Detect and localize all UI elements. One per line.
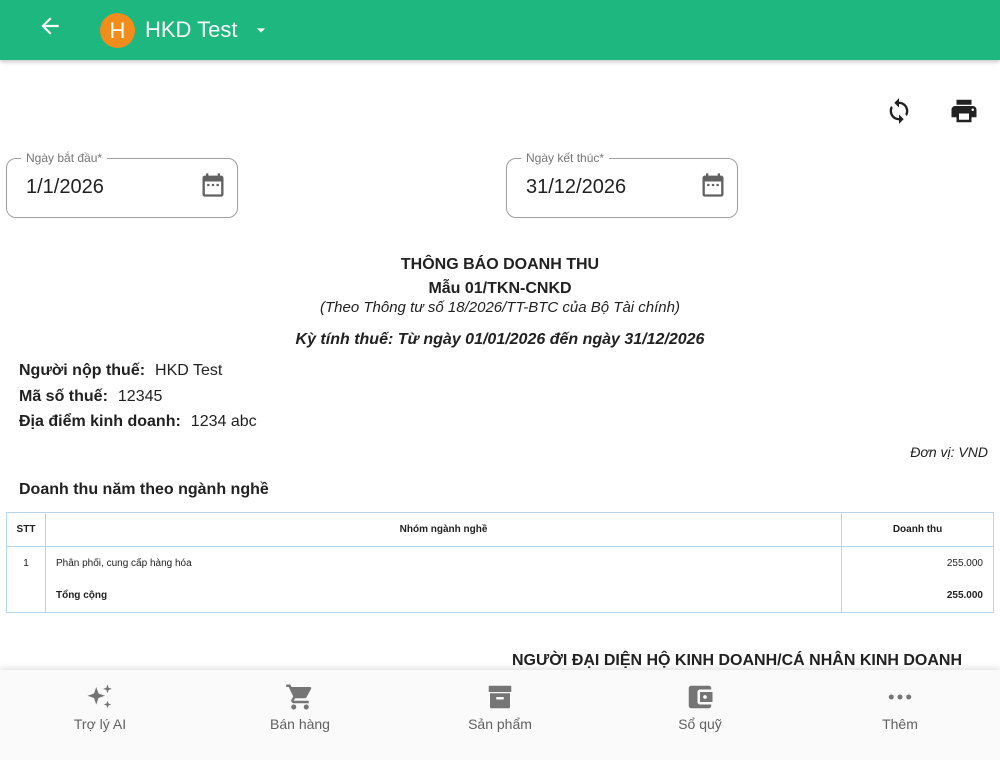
- signature-title: NGƯỜI ĐẠI DIỆN HỘ KINH DOANH/CÁ NHÂN KIN…: [512, 652, 963, 669]
- cart-icon: [286, 684, 312, 710]
- cell-stt: 1: [6, 546, 46, 580]
- calendar-icon: [202, 173, 224, 197]
- table-row: 1 Phân phối, cung cấp hàng hóa 255.000: [6, 546, 994, 580]
- print-icon: [951, 99, 977, 123]
- tax-code-value: 12345: [117, 388, 163, 405]
- currency-unit: Đơn vị: VND: [910, 444, 988, 460]
- caret-down-icon: [256, 28, 266, 33]
- taxpayer-label: Người nộp thuế:: [19, 362, 146, 379]
- end-date-field[interactable]: Ngày kết thúc*: [506, 151, 738, 218]
- start-date-field[interactable]: Ngày bắt đầu*: [6, 151, 238, 218]
- section-title: Doanh thu năm theo ngành nghề: [19, 481, 269, 498]
- nav-label: Trợ lý AI: [73, 716, 127, 732]
- nav-label: Sản phẩm: [468, 716, 532, 732]
- nav-label: Thêm: [882, 716, 918, 732]
- back-button[interactable]: [30, 6, 70, 46]
- column-header-business-group: Nhóm ngành nghề: [44, 512, 843, 547]
- tax-code-row: Mã số thuế: 12345: [19, 388, 162, 406]
- app-bar: H HKD Test: [0, 0, 1000, 60]
- business-location-label: Địa điểm kinh doanh:: [19, 413, 181, 430]
- report-title: THÔNG BÁO DOANH THU: [400, 256, 600, 273]
- cell-business-group: Phân phối, cung cấp hàng hóa: [44, 546, 843, 580]
- nav-item-more[interactable]: Thêm: [800, 670, 1000, 760]
- refresh-icon: [889, 98, 909, 124]
- column-header-stt: STT: [6, 512, 46, 547]
- nav-label: Sổ quỹ: [678, 716, 722, 732]
- report-form-number: Mẫu 01/TKN-CNKD: [428, 280, 572, 297]
- tax-code-label: Mã số thuế:: [19, 388, 108, 405]
- report-circular: (Theo Thông tư số 18/2026/TT-BTC của Bộ …: [320, 299, 680, 316]
- taxpayer-row: Người nộp thuế: HKD Test: [19, 362, 222, 380]
- nav-item-ai-assistant[interactable]: Trợ lý AI: [0, 670, 200, 760]
- revenue-table: STT Nhóm ngành nghề Doanh thu 1 Phân phố…: [6, 512, 994, 613]
- end-date-picker-button[interactable]: [699, 171, 727, 199]
- end-date-input[interactable]: [526, 176, 686, 199]
- nav-item-products[interactable]: Sản phẩm: [400, 670, 600, 760]
- store-avatar: H: [100, 13, 135, 48]
- column-header-revenue: Doanh thu: [841, 512, 994, 547]
- total-value: 255.000: [841, 579, 994, 613]
- report-period: Kỳ tính thuế: Từ ngày 01/01/2026 đến ngà…: [295, 331, 705, 348]
- end-date-label: Ngày kết thúc*: [521, 151, 610, 165]
- store-name[interactable]: HKD Test: [145, 17, 238, 43]
- start-date-input[interactable]: [26, 176, 186, 199]
- table-total-row: Tổng cộng 255.000: [6, 579, 994, 613]
- store-switcher-button[interactable]: [251, 20, 271, 40]
- table-header-row: STT Nhóm ngành nghề Doanh thu: [6, 512, 994, 547]
- cell-empty: [6, 579, 46, 613]
- sparkles-icon: [87, 684, 112, 709]
- calendar-icon: [702, 173, 724, 197]
- nav-item-sales[interactable]: Bán hàng: [200, 670, 400, 760]
- archive-box-icon: [488, 685, 512, 709]
- print-button[interactable]: [947, 94, 981, 128]
- start-date-picker-button[interactable]: [199, 171, 227, 199]
- cell-revenue: 255.000: [841, 546, 994, 580]
- nav-label: Bán hàng: [270, 716, 330, 732]
- business-location-value: 1234 abc: [190, 413, 257, 430]
- bottom-navigation: Trợ lý AI Bán hàng Sản phẩm Sổ quỹ Thêm: [0, 670, 1000, 760]
- more-horizontal-icon: [888, 694, 912, 700]
- nav-item-cashbook[interactable]: Sổ quỹ: [600, 670, 800, 760]
- arrow-left-icon: [41, 17, 59, 35]
- business-location-row: Địa điểm kinh doanh: 1234 abc: [19, 413, 257, 431]
- start-date-label: Ngày bắt đầu*: [21, 151, 108, 165]
- total-label: Tổng cộng: [44, 579, 843, 613]
- refresh-button[interactable]: [882, 94, 916, 128]
- wallet-icon: [688, 685, 713, 709]
- taxpayer-value: HKD Test: [155, 362, 223, 379]
